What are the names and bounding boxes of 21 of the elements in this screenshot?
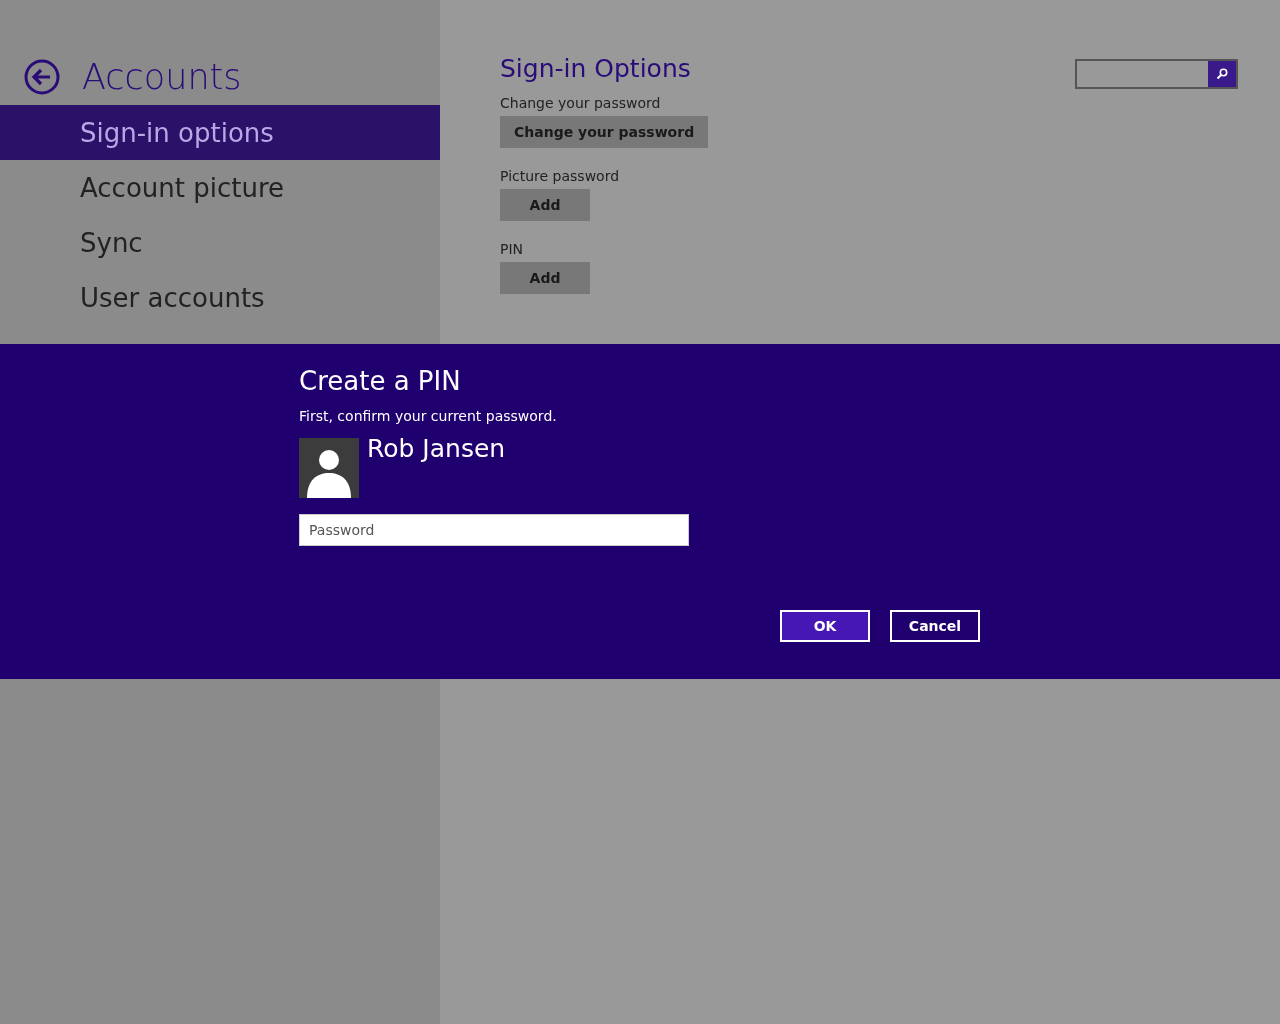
option-label: Picture password xyxy=(500,168,621,184)
option-label: PIN xyxy=(500,241,525,257)
search-button[interactable] xyxy=(1208,61,1236,87)
section-title: Sign-in Options xyxy=(500,54,691,83)
sidebar-item[interactable]: Sign-in options xyxy=(0,105,440,160)
search-field[interactable] xyxy=(1075,59,1238,89)
option-label: Change your password xyxy=(500,95,662,111)
sidebar-item[interactable]: User accounts xyxy=(0,270,440,325)
dialog-title: Create a PIN xyxy=(299,366,462,396)
sidebar-item[interactable]: Sync xyxy=(0,215,440,270)
search-icon xyxy=(1216,68,1228,80)
option-button[interactable]: Add xyxy=(500,189,590,221)
option-button[interactable]: Change your password xyxy=(500,116,709,148)
dialog-message: First, confirm your current password. xyxy=(299,408,558,424)
user-name: Rob Jansen xyxy=(367,434,506,463)
ok-button[interactable]: OK xyxy=(780,610,870,642)
option-button[interactable]: Add xyxy=(500,262,590,294)
cancel-button[interactable]: Cancel xyxy=(890,610,980,642)
page-title: Accounts xyxy=(82,56,242,97)
sidebar-item[interactable]: Account picture xyxy=(0,160,440,215)
password-field[interactable]: Password xyxy=(299,514,689,546)
